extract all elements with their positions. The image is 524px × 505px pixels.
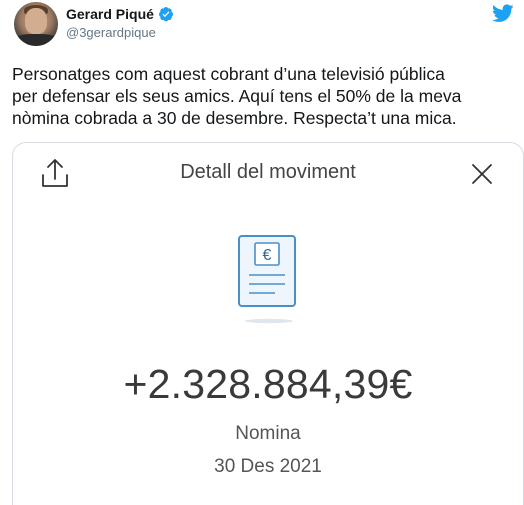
detail-title: Detall del moviment	[180, 161, 356, 183]
tweet-text-line: per defensar els seus amics. Aquí tens e…	[12, 86, 462, 106]
tweet-text: Personatges com aquest cobrant d’una tel…	[12, 63, 517, 129]
tweet-text-line: Personatges com aquest cobrant d’una tel…	[12, 64, 445, 84]
transaction-concept: Nomina	[235, 423, 301, 444]
transaction-date: 30 Des 2021	[214, 456, 322, 477]
attached-image[interactable]: Detall del moviment € +2.328.884,39€ Nom…	[12, 142, 524, 505]
display-name[interactable]: Gerard Piqué	[66, 6, 154, 22]
verified-badge-icon	[158, 7, 173, 22]
document-icon: €	[238, 235, 296, 324]
user-handle[interactable]: @3gerardpique	[66, 25, 156, 40]
twitter-bird-icon[interactable]	[492, 4, 514, 23]
tweet-text-line: nòmina cobrada a 30 de desembre. Respect…	[12, 108, 457, 128]
avatar-face	[25, 8, 47, 34]
tweet-header: Gerard Piqué @3gerardpique	[14, 2, 514, 50]
close-icon	[472, 164, 492, 184]
avatar-shirt	[14, 34, 58, 46]
transaction-amount: +2.328.884,39€	[123, 361, 413, 407]
tweet: Gerard Piqué @3gerardpique Personatges c…	[0, 0, 524, 505]
avatar[interactable]	[14, 2, 58, 46]
name-row: Gerard Piqué	[66, 6, 174, 22]
euro-symbol: €	[263, 247, 272, 264]
